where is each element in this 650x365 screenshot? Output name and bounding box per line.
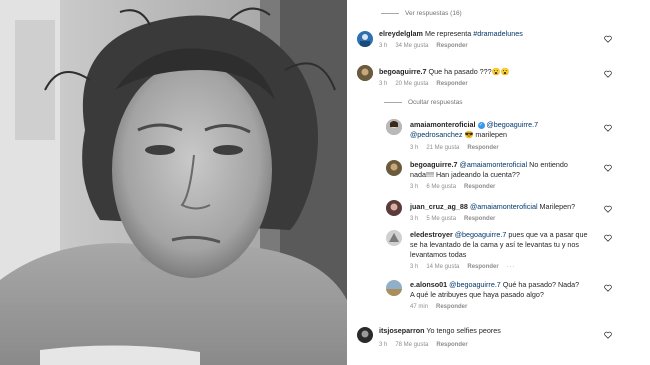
avatar[interactable] — [386, 280, 402, 296]
comment-text: juan_cruz_ag_88 @amaiamonteroficial Mari… — [410, 202, 575, 212]
heart-icon[interactable] — [604, 35, 612, 43]
comment-text: e.alonso01 @begoaguirre.7 Qué ha pasado?… — [410, 280, 579, 290]
comment-meta: 3 h 20 Me gusta Responder — [379, 81, 476, 87]
comment-likes[interactable]: 14 Me gusta — [426, 264, 459, 270]
divider-line — [381, 13, 399, 14]
view-replies-label: Ver respuestas (16) — [405, 10, 462, 17]
comment-meta: 3 h 21 Me gusta Responder — [410, 145, 507, 151]
comment-username[interactable]: begoaguirre.7 — [379, 67, 427, 76]
comment-username[interactable]: elreydelglam — [379, 29, 423, 38]
comment-time: 3 h — [410, 216, 419, 222]
avatar[interactable] — [357, 31, 373, 47]
comment-text: amaiamonteroficial ✓ @begoaguirre.7 — [410, 120, 538, 130]
comment-likes[interactable]: 21 Me gusta — [426, 145, 459, 151]
more-icon[interactable]: ··· — [507, 264, 516, 270]
comment-body: Me representa — [424, 29, 474, 38]
avatar[interactable] — [386, 119, 402, 135]
heart-icon[interactable] — [604, 234, 612, 242]
comment-time: 3 h — [379, 43, 388, 49]
heart-icon[interactable] — [604, 331, 612, 339]
comment-likes[interactable]: 20 Me gusta — [395, 81, 428, 87]
reply-button[interactable]: Responder — [464, 184, 495, 190]
comment-meta: 3 h 6 Me gusta Responder — [410, 184, 503, 190]
comment-username[interactable]: eledestroyer — [410, 230, 453, 239]
comment-time: 3 h — [379, 342, 388, 348]
comment-text-line2: @pedrosanchez 😎 marilepen — [410, 130, 507, 140]
comment-username[interactable]: begoaguirre.7 — [410, 160, 458, 169]
comment-text: begoaguirre.7 @amaiamonteroficial No ent… — [410, 160, 568, 170]
comment-time: 47 min — [410, 304, 429, 310]
mention-link[interactable]: @begoaguirre.7 — [449, 280, 501, 289]
comment-text-line2: A qué le atribuyes que haya pasado algo? — [410, 290, 544, 299]
hide-replies-label: Ocultar respuestas — [408, 99, 463, 106]
comment-time: 3 h — [410, 184, 419, 190]
heart-icon[interactable] — [604, 70, 612, 78]
verified-icon: ✓ — [477, 121, 485, 129]
reply-button[interactable]: Responder — [436, 304, 467, 310]
comment-meta: 3 h 78 Me gusta Responder — [379, 342, 476, 348]
comment-meta: 3 h 14 Me gusta Responder ··· — [410, 264, 524, 270]
comment-text: eledestroyer @begoaguirre.7 pues que va … — [410, 230, 588, 240]
comment-meta: 3 h 5 Me gusta Responder — [410, 216, 503, 222]
comment-username[interactable]: e.alonso01 — [410, 280, 447, 289]
reply-button[interactable]: Responder — [436, 81, 467, 87]
hide-replies-link[interactable]: Ocultar respuestas — [384, 99, 463, 106]
comments-panel — [347, 0, 650, 365]
reply-button[interactable]: Responder — [436, 342, 467, 348]
comment-text-line2: nada!!!! Han jadeando la cuenta?? — [410, 170, 520, 179]
avatar[interactable] — [386, 200, 402, 216]
comment-meta: 3 h 34 Me gusta Responder — [379, 43, 476, 49]
post-photo — [0, 0, 347, 365]
view-replies-link[interactable]: Ver respuestas (16) — [381, 10, 462, 17]
reply-button[interactable]: Responder — [436, 43, 467, 49]
avatar[interactable] — [386, 160, 402, 176]
comment-body: Qué ha pasado? Nada? — [500, 280, 580, 289]
comment-likes[interactable]: 6 Me gusta — [426, 184, 456, 190]
comment-meta: 47 min Responder — [410, 304, 475, 310]
reply-button[interactable]: Responder — [467, 145, 498, 151]
comment-time: 3 h — [379, 81, 388, 87]
avatar[interactable] — [357, 327, 373, 343]
heart-icon[interactable] — [604, 205, 612, 213]
comment-text-line2: se ha levantado de la cama y así te leva… — [410, 240, 580, 249]
comment-text: itsjoseparron Yo tengo selfies peores — [379, 326, 501, 336]
reply-button[interactable]: Responder — [467, 264, 498, 270]
comment-username[interactable]: amaiamonteroficial — [410, 120, 476, 129]
heart-icon[interactable] — [604, 284, 612, 292]
comment-text-line3: levantamos todas — [410, 250, 467, 259]
avatar[interactable] — [357, 65, 373, 81]
comment-username[interactable]: juan_cruz_ag_88 — [410, 202, 468, 211]
mention-link[interactable]: @pedrosanchez — [410, 130, 462, 139]
comment-time: 3 h — [410, 264, 419, 270]
comment-body: pues que va a pasar que — [506, 230, 588, 239]
divider-line — [384, 102, 402, 103]
comment-body: Que ha pasado ???😮😮 — [428, 67, 510, 76]
comment-likes[interactable]: 5 Me gusta — [426, 216, 456, 222]
mention-link[interactable]: @begoaguirre.7 — [455, 230, 507, 239]
comment-text: elreydelglam Me representa #dramadelunes — [379, 29, 523, 39]
mention-link[interactable]: @amaiamonteroficial — [460, 160, 528, 169]
comment-likes[interactable]: 34 Me gusta — [395, 43, 428, 49]
comment-text: begoaguirre.7 Que ha pasado ???😮😮 — [379, 67, 510, 77]
comment-username[interactable]: itsjoseparron — [379, 326, 425, 335]
hashtag-link[interactable]: #dramadelunes — [473, 29, 523, 38]
comment-body: No entiendo — [527, 160, 568, 169]
mention-link[interactable]: @amaiamonteroficial — [470, 202, 538, 211]
comment-body: Yo tengo selfies peores — [426, 326, 501, 335]
avatar[interactable] — [386, 230, 402, 246]
heart-icon[interactable] — [604, 164, 612, 172]
comment-time: 3 h — [410, 145, 419, 151]
comment-body: Marilepen? — [537, 202, 576, 211]
selfie-image — [0, 0, 347, 365]
comment-body: 😎 marilepen — [462, 130, 507, 139]
mention-link[interactable]: @begoaguirre.7 — [487, 120, 539, 129]
reply-button[interactable]: Responder — [464, 216, 495, 222]
heart-icon[interactable] — [604, 124, 612, 132]
comment-likes[interactable]: 78 Me gusta — [395, 342, 428, 348]
